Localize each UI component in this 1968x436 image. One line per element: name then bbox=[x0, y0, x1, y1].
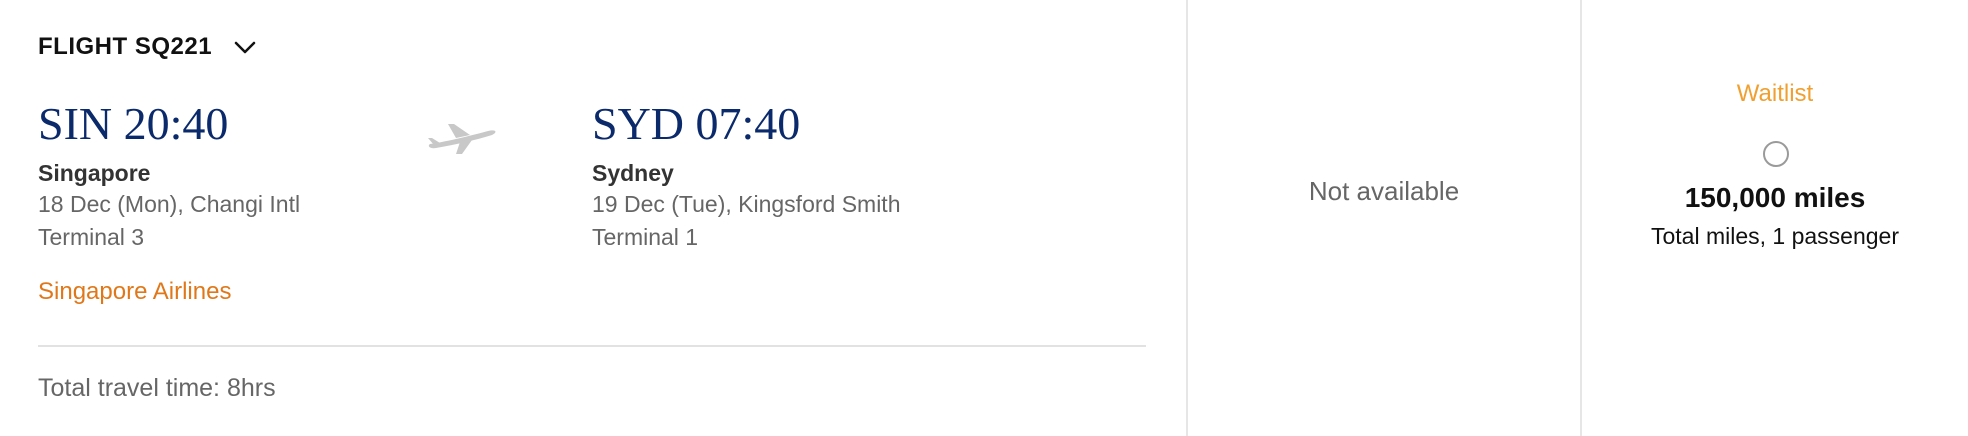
fare-miles-amount: 150,000 miles bbox=[1684, 182, 1866, 213]
total-travel-time: Total travel time: 8hrs bbox=[38, 374, 276, 402]
origin-terminal: Terminal 3 bbox=[38, 224, 145, 250]
fare-select-radio[interactable] bbox=[1763, 141, 1789, 167]
destination-code-time: SYD 07:40 bbox=[592, 98, 801, 149]
flight-number: FLIGHT SQ221 bbox=[38, 33, 213, 60]
flight-details-panel: FLIGHT SQ221 SIN 20:40 Singapore 18 Dec … bbox=[0, 0, 1186, 436]
chevron-down-icon[interactable] bbox=[232, 34, 258, 60]
destination-terminal: Terminal 1 bbox=[592, 224, 699, 250]
destination-block: SYD 07:40 Sydney 19 Dec (Tue), Kingsford… bbox=[592, 96, 901, 254]
fare-column-unavailable: Not available bbox=[1188, 0, 1580, 436]
origin-city: Singapore bbox=[38, 160, 151, 186]
origin-date-airport: 18 Dec (Mon), Changi Intl bbox=[38, 191, 301, 217]
flight-header-toggle[interactable]: FLIGHT SQ221 bbox=[38, 33, 258, 61]
fare-miles-caption: Total miles, 1 passenger bbox=[1650, 223, 1899, 249]
origin-block: SIN 20:40 Singapore 18 Dec (Mon), Changi… bbox=[38, 96, 300, 254]
flight-result-card: FLIGHT SQ221 SIN 20:40 Singapore 18 Dec … bbox=[0, 0, 1968, 436]
destination-city: Sydney bbox=[592, 160, 674, 186]
airline-link[interactable]: Singapore Airlines bbox=[38, 278, 231, 306]
destination-date-airport: 19 Dec (Tue), Kingsford Smith bbox=[592, 191, 901, 217]
divider bbox=[38, 345, 1146, 347]
origin-code-time: SIN 20:40 bbox=[38, 98, 229, 149]
fare-status-waitlist: Waitlist bbox=[1736, 80, 1814, 107]
fare-status-not-available: Not available bbox=[1308, 176, 1460, 206]
fare-column-waitlist: Waitlist 150,000 miles Total miles, 1 pa… bbox=[1582, 0, 1968, 436]
airplane-icon bbox=[426, 120, 498, 156]
